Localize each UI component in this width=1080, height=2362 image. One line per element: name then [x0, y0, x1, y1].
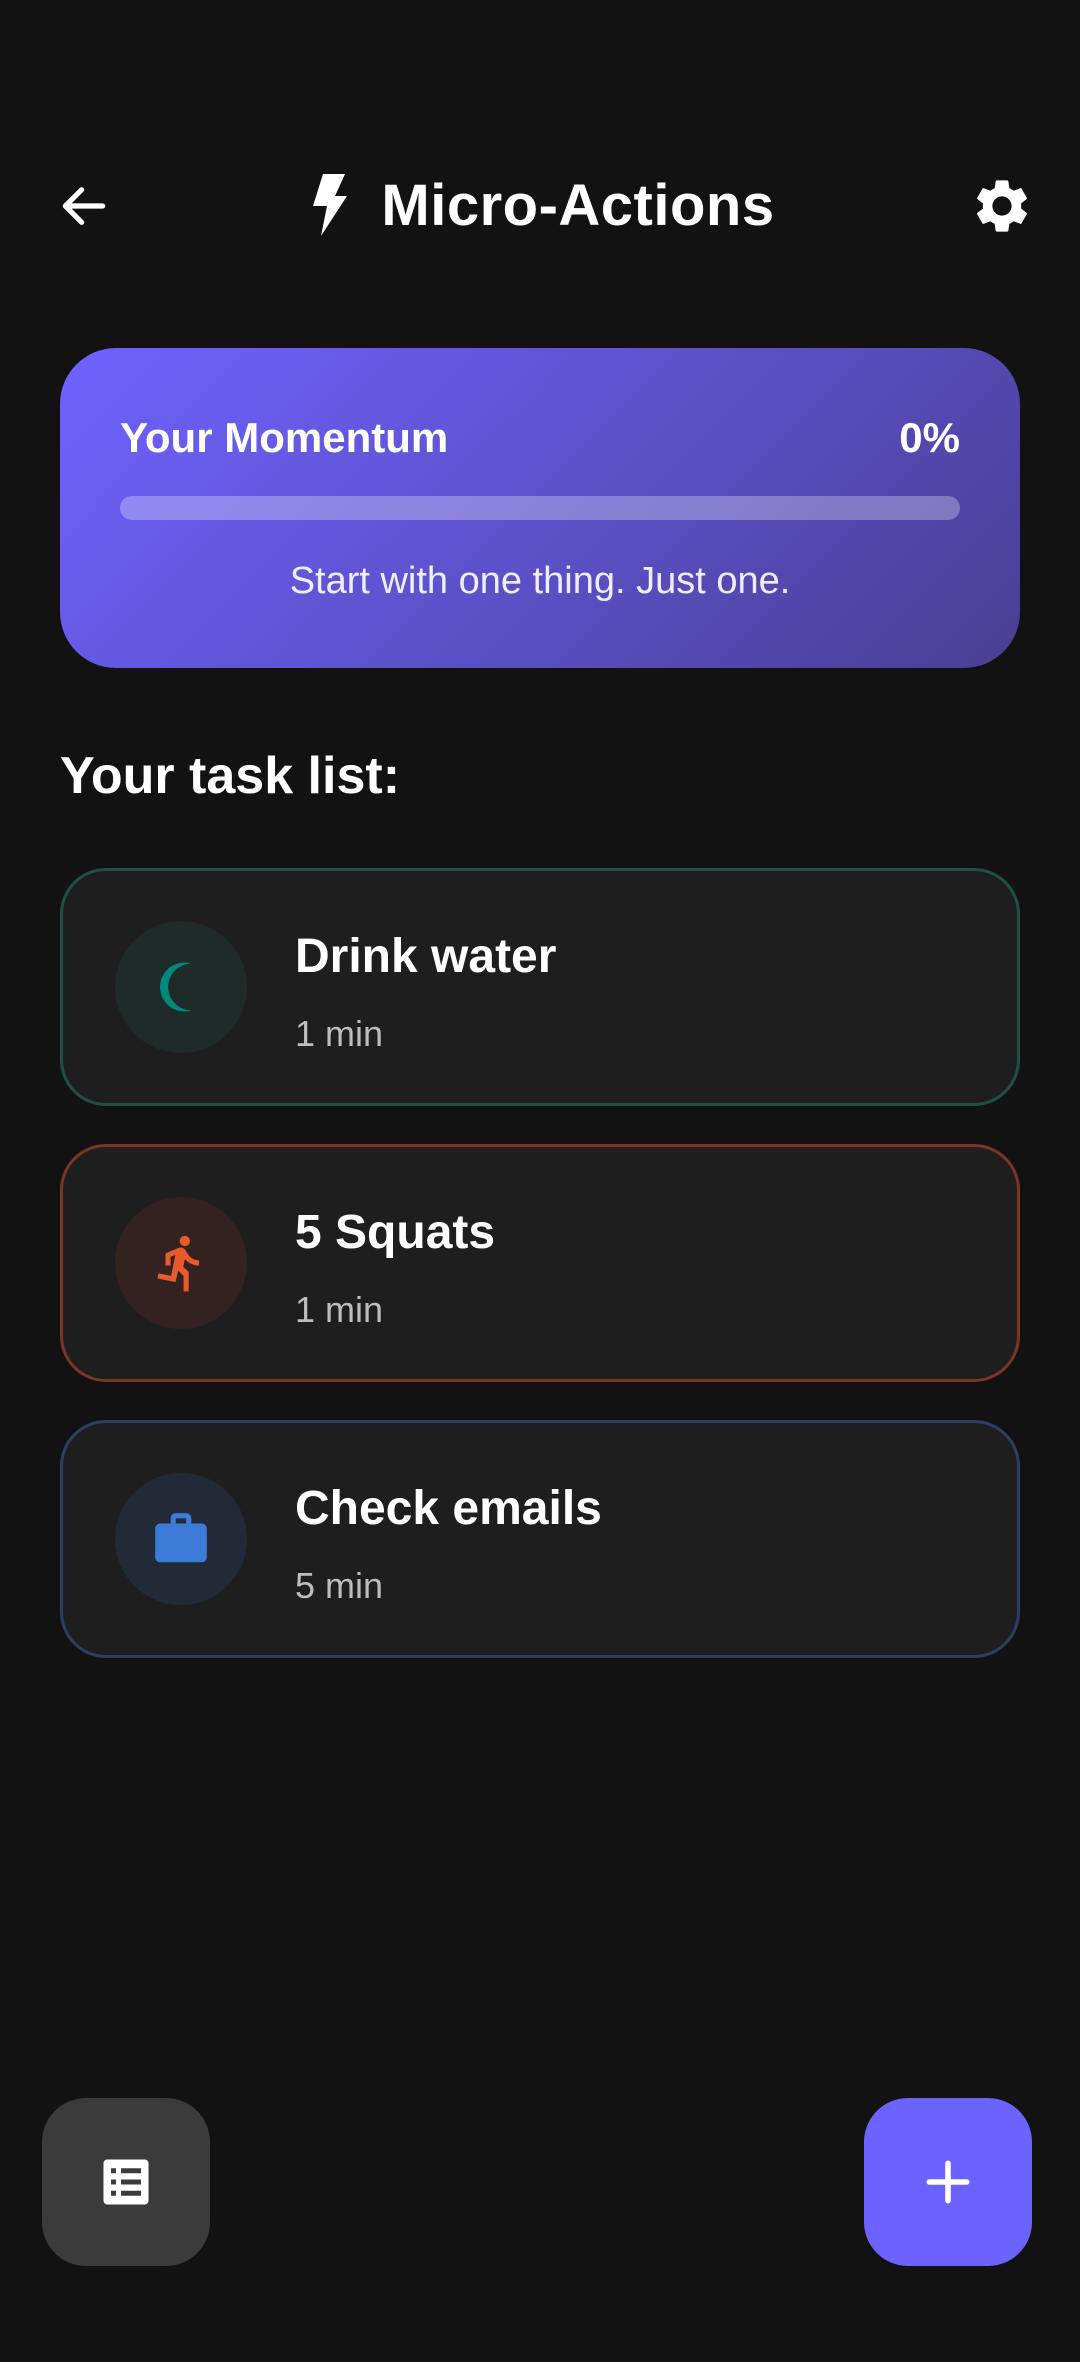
plus-icon — [926, 2160, 970, 2204]
running-person-icon — [157, 1235, 200, 1292]
task-icon-container — [115, 1197, 247, 1329]
task-card-5-squats[interactable]: 5 Squats 1 min — [60, 1144, 1020, 1382]
momentum-percent: 0% — [899, 414, 960, 461]
task-list-heading: Your task list: — [60, 747, 401, 805]
moon-icon — [159, 962, 192, 1012]
task-list-button[interactable] — [42, 2098, 210, 2266]
page-title: Micro-Actions — [381, 172, 775, 238]
top-app-bar: Micro-Actions — [0, 150, 1080, 260]
task-title: 5 Squats — [295, 1206, 496, 1259]
gear-icon — [977, 180, 1027, 232]
task-card-drink-water[interactable]: Drink water 1 min — [60, 868, 1020, 1106]
task-duration: 1 min — [295, 1289, 384, 1330]
task-card-check-emails[interactable]: Check emails 5 min — [60, 1420, 1020, 1658]
momentum-progress-bar — [120, 496, 960, 520]
bolt-icon — [305, 173, 353, 237]
list-icon — [103, 2159, 149, 2205]
task-duration: 1 min — [295, 1013, 384, 1054]
momentum-card: Your Momentum 0% Start with one thing. J… — [60, 348, 1020, 668]
add-task-button[interactable] — [864, 2098, 1032, 2266]
settings-button[interactable] — [966, 170, 1038, 242]
task-title: Drink water — [295, 930, 557, 983]
task-duration: 5 min — [295, 1565, 384, 1606]
briefcase-icon — [155, 1513, 207, 1563]
task-icon-container — [115, 1473, 247, 1605]
task-icon-container — [115, 921, 247, 1053]
momentum-label: Your Momentum — [120, 414, 449, 461]
task-title: Check emails — [295, 1482, 602, 1535]
momentum-caption: Start with one thing. Just one. — [289, 560, 791, 602]
title-group: Micro-Actions — [0, 150, 1080, 260]
